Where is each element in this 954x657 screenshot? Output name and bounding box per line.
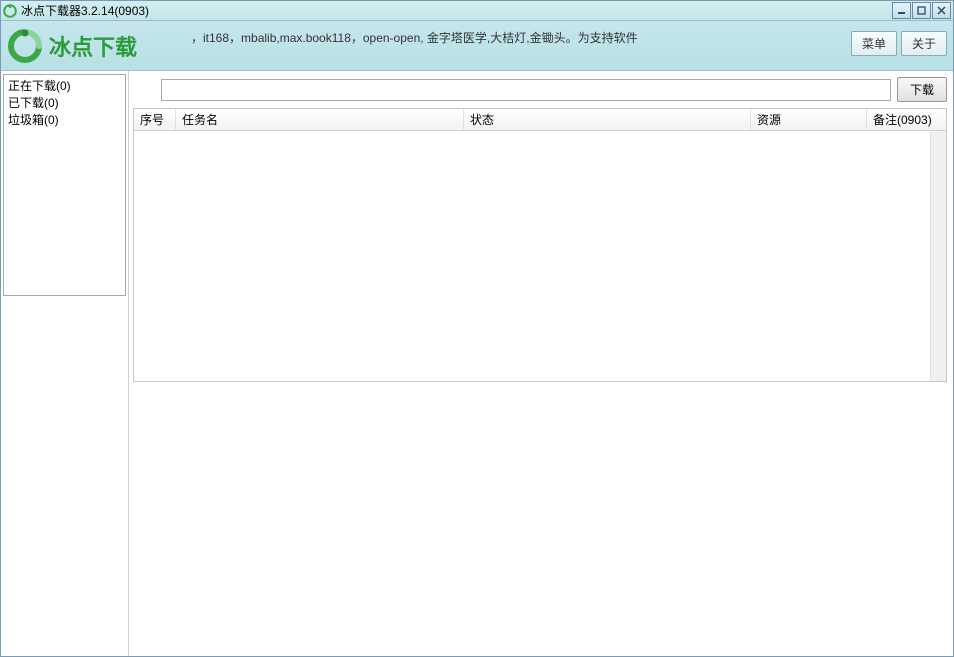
maximize-button[interactable]	[912, 2, 931, 19]
input-row: 下载	[129, 71, 953, 106]
body-area: 正在下载(0) 已下载(0) 垃圾箱(0) 下载 序号 任务名 状态 资源 备注…	[1, 71, 953, 656]
window-title: 冰点下载器3.2.14(0903)	[21, 2, 891, 19]
window-controls	[891, 2, 951, 19]
logo-icon	[7, 28, 43, 64]
sidebar-item-downloaded[interactable]: 已下载(0)	[8, 95, 121, 112]
header-buttons: 菜单 关于	[851, 31, 947, 61]
table-header: 序号 任务名 状态 资源 备注(0903)	[134, 109, 946, 131]
logo-area: 冰点下载	[7, 28, 137, 64]
close-button[interactable]	[932, 2, 951, 19]
minimize-button[interactable]	[892, 2, 911, 19]
col-header-seq[interactable]: 序号	[134, 109, 176, 130]
col-header-resource[interactable]: 资源	[751, 109, 867, 130]
bottom-spacer	[129, 384, 953, 656]
titlebar: 冰点下载器3.2.14(0903)	[1, 1, 953, 21]
sidebar-spacer	[1, 298, 128, 656]
col-header-status[interactable]: 状态	[464, 109, 751, 130]
main-area: 下载 序号 任务名 状态 资源 备注(0903)	[129, 71, 953, 656]
url-input[interactable]	[161, 79, 891, 101]
task-table: 序号 任务名 状态 资源 备注(0903)	[133, 108, 947, 382]
app-window: 冰点下载器3.2.14(0903) 冰点下载 ，it	[0, 0, 954, 657]
info-text: ，it168，mbalib,max.book118，open-open, 金字塔…	[191, 29, 638, 46]
app-icon	[3, 4, 17, 18]
sidebar-item-downloading[interactable]: 正在下载(0)	[8, 78, 121, 95]
col-header-name[interactable]: 任务名	[176, 109, 464, 130]
vertical-scrollbar[interactable]	[930, 131, 946, 381]
header-bar: 冰点下载 ，it168，mbalib,max.book118，open-open…	[1, 21, 953, 71]
download-button[interactable]: 下载	[897, 77, 947, 102]
sidebar-list: 正在下载(0) 已下载(0) 垃圾箱(0)	[3, 74, 126, 296]
menu-button[interactable]: 菜单	[851, 31, 897, 56]
sidebar: 正在下载(0) 已下载(0) 垃圾箱(0)	[1, 71, 129, 656]
col-header-note[interactable]: 备注(0903)	[867, 109, 946, 130]
sidebar-item-trash[interactable]: 垃圾箱(0)	[8, 112, 121, 129]
table-body	[134, 131, 946, 381]
logo-text: 冰点下载	[49, 30, 137, 62]
about-button[interactable]: 关于	[901, 31, 947, 56]
